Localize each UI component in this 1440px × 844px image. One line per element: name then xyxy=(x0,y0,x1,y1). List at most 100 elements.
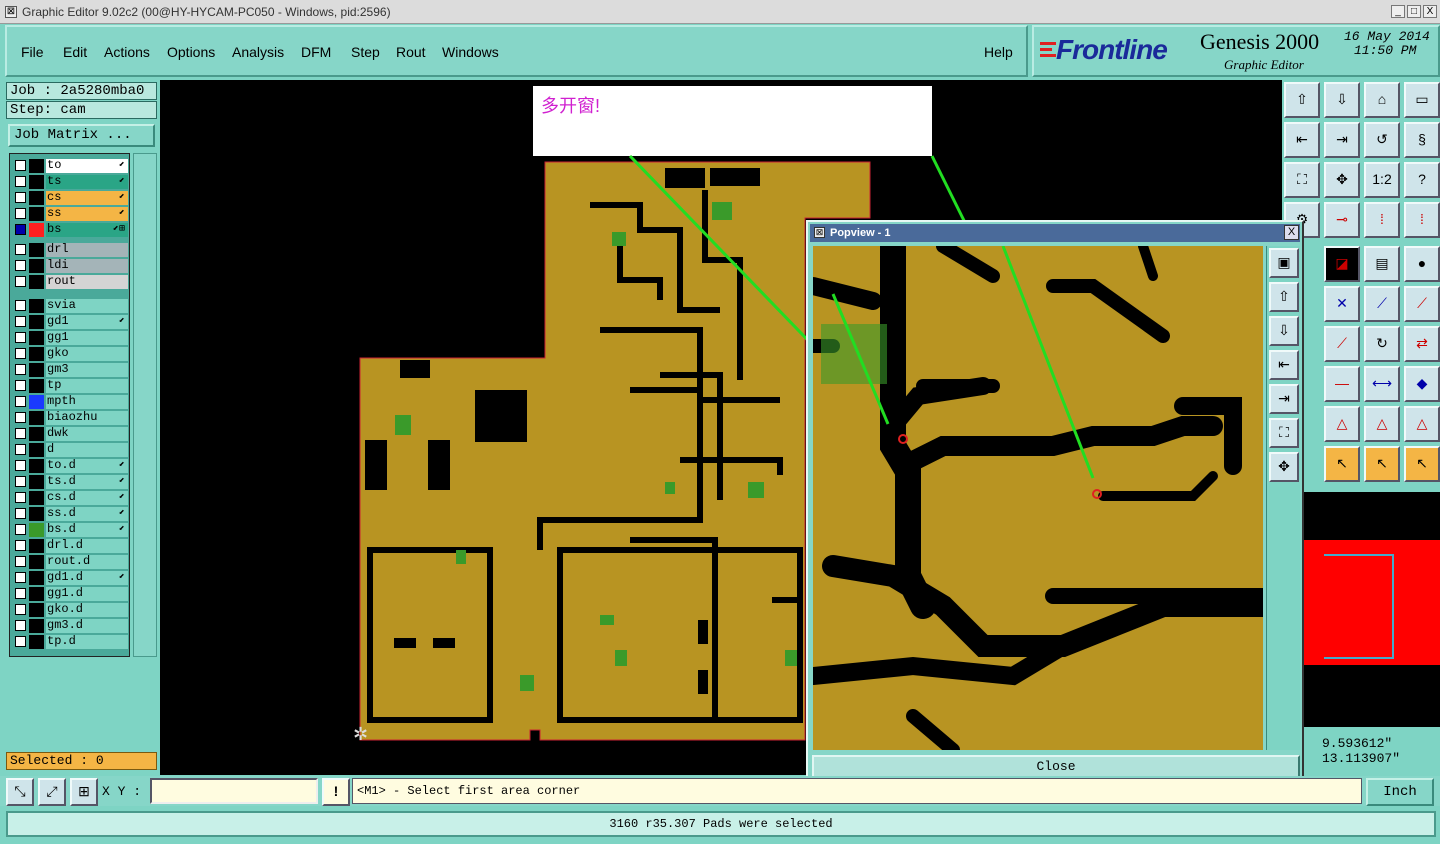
layer-row-gg1-d[interactable]: gg1.d xyxy=(10,586,130,601)
layer-row-gd1[interactable]: gd1 ⬋ xyxy=(10,314,130,329)
layer-checkbox[interactable] xyxy=(15,160,26,171)
layer-color-swatch[interactable] xyxy=(29,175,44,189)
mini-map[interactable] xyxy=(1304,492,1440,727)
layer-row-mpth[interactable]: mpth xyxy=(10,394,130,409)
layer-color-swatch[interactable] xyxy=(29,427,44,441)
layer-color-swatch[interactable] xyxy=(29,159,44,173)
pin-icon[interactable]: ⊸ xyxy=(1324,202,1360,238)
layer-color-swatch[interactable] xyxy=(29,603,44,617)
layer-name[interactable]: to.d ⬋ xyxy=(46,459,128,473)
layer-checkbox[interactable] xyxy=(15,636,26,647)
layer-row-bs[interactable]: bs ⬋⊞ xyxy=(10,222,130,237)
layer-checkbox[interactable] xyxy=(15,508,26,519)
dash-icon[interactable]: — xyxy=(1324,366,1360,402)
menu-dfm[interactable]: DFM xyxy=(301,44,331,60)
menu-options[interactable]: Options xyxy=(167,44,215,60)
rotate-icon[interactable]: ↻ xyxy=(1364,326,1400,362)
red-tool2-icon[interactable]: ⁞ xyxy=(1404,202,1440,238)
circle-icon[interactable]: ● xyxy=(1404,246,1440,282)
layer-color-swatch[interactable] xyxy=(29,507,44,521)
paste-icon[interactable]: ⇥ xyxy=(1324,122,1360,158)
layer-name[interactable]: cs ⬋ xyxy=(46,191,128,205)
layer-checkbox[interactable] xyxy=(15,364,26,375)
close-window-button[interactable]: X xyxy=(1423,5,1437,18)
layer-color-swatch[interactable] xyxy=(29,275,44,289)
layer-checkbox[interactable] xyxy=(15,192,26,203)
triangle-icon[interactable]: △ xyxy=(1324,406,1360,442)
zoom-center-icon[interactable]: ✥ xyxy=(1324,162,1360,198)
layer-color-swatch[interactable] xyxy=(29,571,44,585)
layer-checkbox[interactable] xyxy=(15,224,26,235)
layer-row-ss[interactable]: ss ⬋ xyxy=(10,206,130,221)
alert-icon[interactable]: ! xyxy=(322,778,350,806)
maximize-button[interactable]: □ xyxy=(1407,5,1421,18)
layer-color-swatch[interactable] xyxy=(29,243,44,257)
popview-window-icon[interactable]: ▣ xyxy=(1269,248,1299,278)
step-icon[interactable]: § xyxy=(1404,122,1440,158)
window-icon[interactable]: ▭ xyxy=(1404,82,1440,118)
line2-icon[interactable]: ⟋ xyxy=(1404,286,1440,322)
layer-checkbox[interactable] xyxy=(15,524,26,535)
layer-color-swatch[interactable] xyxy=(29,555,44,569)
triangle2-icon[interactable]: △ xyxy=(1364,406,1400,442)
layer-checkbox[interactable] xyxy=(15,620,26,631)
layer-checkbox[interactable] xyxy=(15,348,26,359)
layer-row-gko[interactable]: gko xyxy=(10,346,130,361)
triangle3-icon[interactable]: △ xyxy=(1404,406,1440,442)
zoom-fit-icon[interactable]: ⛶ xyxy=(1284,162,1320,198)
unit-selector[interactable]: Inch xyxy=(1366,778,1434,806)
layer-row-drl[interactable]: drl xyxy=(10,242,130,257)
layer-row-ts[interactable]: ts ⬋ xyxy=(10,174,130,189)
layer-color-swatch[interactable] xyxy=(29,523,44,537)
cursor2-icon[interactable]: ↖ xyxy=(1364,446,1400,482)
menu-edit[interactable]: Edit xyxy=(63,44,87,60)
layer-row-ts-d[interactable]: ts.d ⬋ xyxy=(10,474,130,489)
layer-row-dwk[interactable]: dwk xyxy=(10,426,130,441)
popview-right-icon[interactable]: ⇥ xyxy=(1269,384,1299,414)
cursor-icon[interactable]: ↖ xyxy=(1324,446,1360,482)
zoom-1to2-icon[interactable]: 1:2 xyxy=(1364,162,1400,198)
layer-color-swatch[interactable] xyxy=(29,347,44,361)
layer-row-to-d[interactable]: to.d ⬋ xyxy=(10,458,130,473)
layer-checkbox[interactable] xyxy=(15,332,26,343)
layer-row-ldi[interactable]: ldi xyxy=(10,258,130,273)
snap-icon[interactable]: ⤢ xyxy=(38,778,66,806)
layer-name[interactable]: tp xyxy=(46,379,128,393)
layer-color-swatch[interactable] xyxy=(29,539,44,553)
layer-name[interactable]: gd1 ⬋ xyxy=(46,315,128,329)
popview-down-icon[interactable]: ⇩ xyxy=(1269,316,1299,346)
layer-row-cs[interactable]: cs ⬋ xyxy=(10,190,130,205)
layer-checkbox[interactable] xyxy=(15,300,26,311)
home-icon[interactable]: ⌂ xyxy=(1364,82,1400,118)
layer-color-swatch[interactable] xyxy=(29,459,44,473)
layer-row-rout[interactable]: rout xyxy=(10,274,130,289)
ruler-icon[interactable]: ▤ xyxy=(1364,246,1400,282)
layer-name[interactable]: cs.d ⬋ xyxy=(46,491,128,505)
layer-checkbox[interactable] xyxy=(15,412,26,423)
layer-color-swatch[interactable] xyxy=(29,475,44,489)
layer-name[interactable]: ss ⬋ xyxy=(46,207,128,221)
layer-row-biaozhu[interactable]: biaozhu xyxy=(10,410,130,425)
span-icon[interactable]: ⟷ xyxy=(1364,366,1400,402)
layer-checkbox[interactable] xyxy=(15,176,26,187)
layer-name[interactable]: gd1.d ⬋ xyxy=(46,571,128,585)
layer-color-swatch[interactable] xyxy=(29,331,44,345)
layer-name[interactable]: tp.d xyxy=(46,635,128,649)
layer-color-swatch[interactable] xyxy=(29,395,44,409)
layer-color-swatch[interactable] xyxy=(29,443,44,457)
undo-icon[interactable]: ↺ xyxy=(1364,122,1400,158)
layer-checkbox[interactable] xyxy=(15,588,26,599)
layer-row-gg1[interactable]: gg1 xyxy=(10,330,130,345)
save-icon[interactable]: ⇩ xyxy=(1324,82,1360,118)
layer-row-gko-d[interactable]: gko.d xyxy=(10,602,130,617)
minimize-button[interactable]: _ xyxy=(1391,5,1405,18)
layer-checkbox[interactable] xyxy=(15,572,26,583)
layer-name[interactable]: gm3.d xyxy=(46,619,128,633)
layer-checkbox[interactable] xyxy=(15,460,26,471)
layer-name[interactable]: biaozhu xyxy=(46,411,128,425)
layer-color-swatch[interactable] xyxy=(29,411,44,425)
layer-row-gd1-d[interactable]: gd1.d ⬋ xyxy=(10,570,130,585)
layer-color-swatch[interactable] xyxy=(29,223,44,237)
layer-row-to[interactable]: to ⬋ xyxy=(10,158,130,173)
shapes-icon[interactable]: ◆ xyxy=(1404,366,1440,402)
